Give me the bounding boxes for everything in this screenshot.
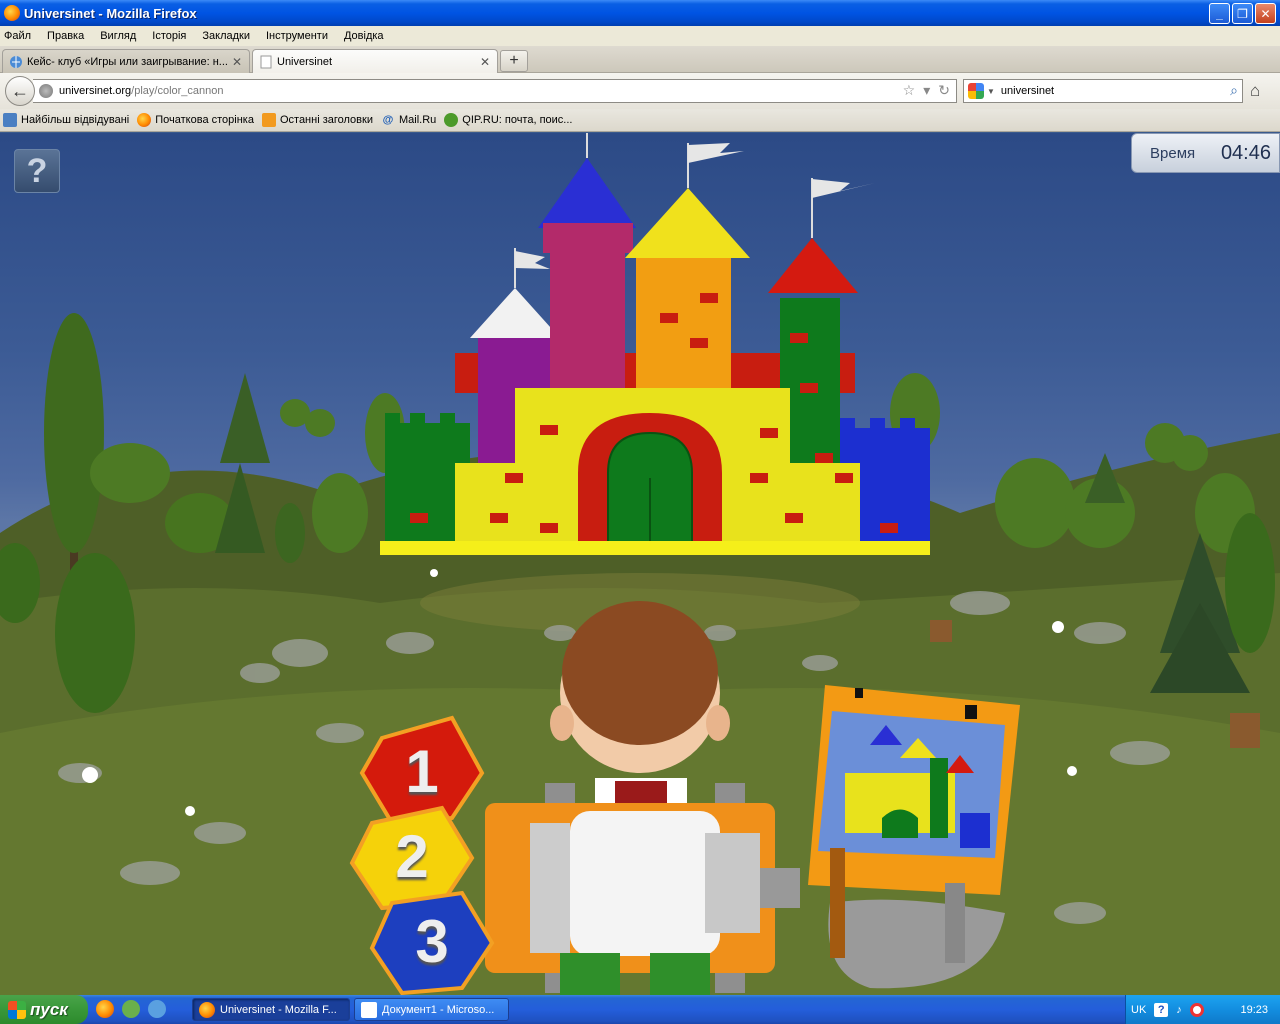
rss-icon [261, 113, 276, 127]
back-button[interactable]: ← [5, 76, 35, 106]
navigation-bar: universinet.org/play/color_cannon ☆ ▾ ↻ … [0, 73, 1280, 109]
back-arrow-icon: ← [11, 80, 29, 101]
window-titlebar[interactable]: Universinet - Mozilla Firefox _ ❐ ✕ [0, 0, 1280, 26]
tab-close-icon[interactable]: ✕ [479, 55, 491, 69]
opera-icon[interactable] [1189, 1002, 1204, 1017]
bookmark-label: Найбільш відвідувані [21, 114, 130, 126]
window-title: Universinet - Mozilla Firefox [24, 5, 197, 21]
tab-case-club[interactable]: Кейс- клуб «Игры или заигрывание: н... ✕ [2, 49, 250, 73]
at-icon: @ [382, 114, 394, 126]
start-label: пуск [30, 999, 68, 1019]
clock: 19:23 [1240, 1003, 1268, 1016]
system-tray: UK ? ♪ 19:23 [1125, 995, 1280, 1024]
search-engine-dropdown-icon[interactable]: ▼ [987, 87, 995, 96]
taskbar: пуск Universinet - Mozilla F... Документ… [0, 995, 1280, 1024]
url-host: universinet.org [59, 85, 132, 97]
color-button-3[interactable]: 3 [382, 898, 482, 984]
timer-value: 04:46 [1220, 141, 1271, 164]
history-dropdown-icon[interactable]: ▾ [923, 82, 930, 99]
url-path: /play/color_cannon [131, 85, 224, 97]
url-bar[interactable]: universinet.org/play/color_cannon ☆ ▾ ↻ [33, 79, 957, 103]
blank-page-icon [260, 55, 272, 69]
tab-strip: Кейс- клуб «Игры или заигрывание: н... ✕… [0, 46, 1280, 74]
bookmark-most-visited[interactable]: Найбільш відвідувані [3, 113, 129, 127]
new-tab-button[interactable]: + [500, 50, 528, 72]
bookmark-latest-headlines[interactable]: Останні заголовки [261, 113, 373, 127]
menu-tools[interactable]: Інструменти [266, 30, 328, 42]
task-firefox[interactable]: Universinet - Mozilla F... [192, 998, 350, 1021]
tab-label: Кейс- клуб «Игры или заигрывание: н... [27, 55, 228, 68]
home-icon[interactable]: ⌂ [1250, 81, 1260, 101]
task-label: Universinet - Mozilla F... [220, 1003, 337, 1016]
bookmark-mailru[interactable]: @ Mail.Ru [381, 113, 437, 127]
speaker-icon[interactable]: ♪ [1176, 1004, 1182, 1016]
bookmarks-bar: Найбільш відвідувані Початкова сторінка … [0, 109, 1280, 132]
menu-bar: Файл Правка Вигляд Історія Закладки Інст… [0, 26, 1280, 46]
search-bar[interactable]: ▼ universinet ⌕ [963, 79, 1243, 103]
bookmark-start-page[interactable]: Початкова сторінка [137, 113, 254, 127]
menu-edit[interactable]: Правка [47, 30, 84, 42]
globe-icon [10, 55, 22, 68]
help-tray-icon[interactable]: ? [1154, 1002, 1169, 1017]
window-controls: _ ❐ ✕ [1209, 3, 1276, 24]
language-indicator[interactable]: UK [1131, 1004, 1146, 1016]
menu-view[interactable]: Вигляд [100, 30, 136, 42]
timer-label: Время [1150, 144, 1196, 162]
color-button-1[interactable]: 1 [372, 728, 472, 814]
quick-launch [96, 1000, 166, 1018]
color-button-2[interactable]: 2 [362, 813, 462, 899]
menu-help[interactable]: Довідка [344, 30, 384, 42]
minimize-button[interactable]: _ [1209, 3, 1230, 24]
menu-bookmarks[interactable]: Закладки [202, 30, 250, 42]
reload-icon[interactable]: ↻ [938, 82, 950, 99]
timer-panel: Время 04:46 [1131, 133, 1280, 173]
bookmark-qip[interactable]: QIP.RU: почта, поис... [444, 113, 572, 127]
windows-flag-icon [8, 1000, 26, 1019]
close-button[interactable]: ✕ [1255, 3, 1276, 24]
bookmark-label: QIP.RU: почта, поис... [462, 114, 573, 126]
search-input[interactable]: universinet [1001, 85, 1054, 97]
game-viewport[interactable]: ? Время 04:46 1 2 3 [0, 133, 1280, 995]
firefox-icon[interactable] [96, 1000, 114, 1018]
tab-close-icon[interactable]: ✕ [231, 55, 243, 69]
bookmark-star-icon[interactable]: ☆ [903, 82, 916, 99]
task-word[interactable]: Документ1 - Microso... [354, 998, 509, 1021]
bookmark-label: Mail.Ru [398, 114, 437, 126]
tab-label: Universinet [277, 56, 333, 68]
bookmark-label: Початкова сторінка [155, 114, 254, 126]
help-button[interactable]: ? [14, 149, 60, 193]
bookmark-label: Останні заголовки [279, 114, 373, 126]
firefox-icon [4, 5, 20, 21]
maximize-button[interactable]: ❐ [1232, 3, 1253, 24]
word-document-icon [361, 1001, 377, 1018]
network-icon[interactable] [122, 1000, 140, 1018]
firefox-icon [137, 113, 152, 127]
task-label: Документ1 - Microso... [382, 1003, 495, 1016]
url-bar-icons: ☆ ▾ ↻ [903, 82, 950, 99]
menu-history[interactable]: Історія [152, 30, 186, 42]
search-icon[interactable]: ⌕ [1230, 82, 1238, 99]
qip-icon [444, 113, 459, 127]
google-icon[interactable] [968, 83, 984, 99]
site-identity-icon[interactable] [39, 84, 53, 98]
messenger-icon[interactable] [148, 1000, 166, 1018]
start-button[interactable]: пуск [0, 995, 88, 1024]
most-visited-icon [3, 113, 17, 127]
castle [380, 133, 930, 555]
tab-universinet[interactable]: Universinet ✕ [252, 49, 498, 74]
firefox-icon [199, 1001, 215, 1018]
url-text: universinet.org/play/color_cannon [59, 85, 224, 97]
menu-file[interactable]: Файл [4, 30, 31, 42]
game-scene[interactable] [0, 133, 1280, 995]
